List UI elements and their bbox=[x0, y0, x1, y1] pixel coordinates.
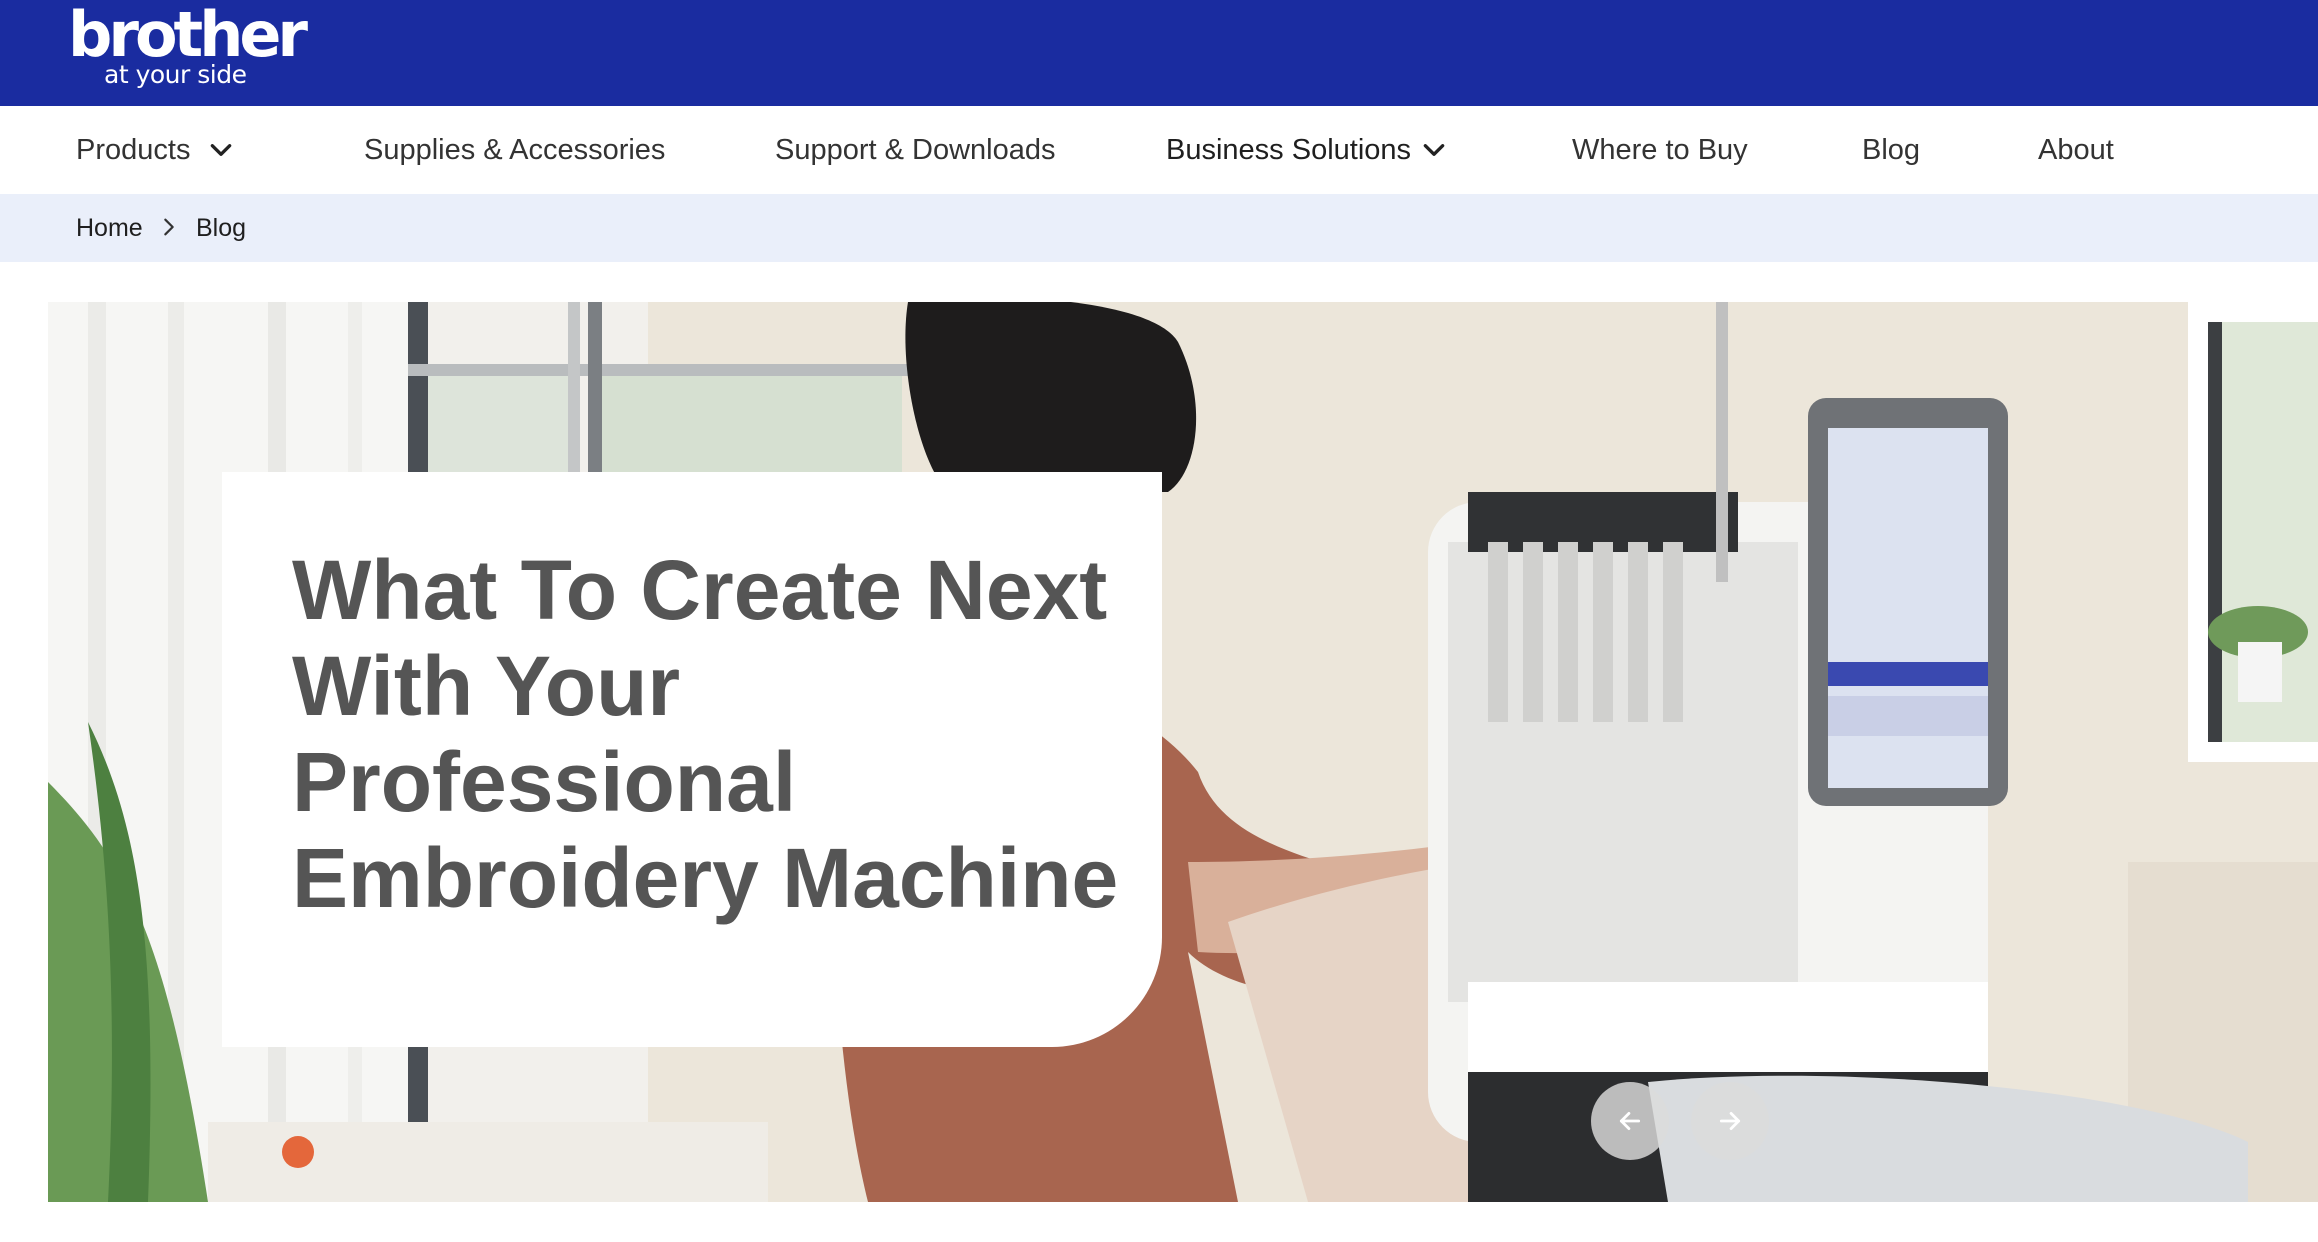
nav-item-label: Products bbox=[76, 133, 191, 166]
nav-item-label: Blog bbox=[1862, 133, 1921, 166]
nav-item-business-solutions[interactable]: Business Solutions bbox=[1166, 106, 1447, 194]
hero-headline: What To Create Next With Your Profession… bbox=[292, 543, 1119, 925]
nav-item-label: Support & Downloads bbox=[775, 133, 1056, 166]
arrow-left-icon bbox=[1617, 1108, 1643, 1134]
chevron-right-icon bbox=[158, 216, 180, 238]
headline-card: What To Create Next With Your Profession… bbox=[222, 472, 1162, 1047]
breadcrumb-current-blog: Blog bbox=[196, 213, 247, 242]
brother-logo[interactable]: brother at your side bbox=[68, 0, 308, 88]
chevron-down-icon bbox=[1421, 137, 1447, 163]
carousel-prev-button[interactable] bbox=[1591, 1082, 1669, 1160]
breadcrumb-home-link[interactable]: Home bbox=[76, 194, 143, 262]
hero-banner: brother What To Create Next With Your Pr… bbox=[48, 302, 2318, 1202]
logo-wordmark: brother bbox=[68, 0, 308, 71]
nav-item-products[interactable]: Products bbox=[76, 106, 234, 194]
nav-item-where-to-buy[interactable]: Where to Buy bbox=[1572, 106, 1748, 194]
breadcrumb: Home Blog bbox=[0, 194, 2318, 262]
nav-item-label: About bbox=[2038, 133, 2114, 166]
carousel-next-button[interactable] bbox=[1691, 1082, 1769, 1160]
arrow-right-icon bbox=[1717, 1108, 1743, 1134]
nav-item-blog[interactable]: Blog bbox=[1862, 106, 1920, 194]
main-nav: Products Supplies & Accessories Support … bbox=[0, 106, 2318, 194]
nav-item-supplies-accessories[interactable]: Supplies & Accessories bbox=[364, 106, 665, 194]
nav-item-label: Business Solutions bbox=[1166, 133, 1412, 166]
brand-header: brother at your side bbox=[0, 0, 2318, 106]
nav-item-support-downloads[interactable]: Support & Downloads bbox=[775, 106, 1056, 194]
chevron-down-icon bbox=[208, 137, 234, 163]
nav-item-about[interactable]: About bbox=[2038, 106, 2114, 194]
nav-item-label: Supplies & Accessories bbox=[364, 133, 666, 166]
nav-item-label: Where to Buy bbox=[1572, 133, 1748, 166]
